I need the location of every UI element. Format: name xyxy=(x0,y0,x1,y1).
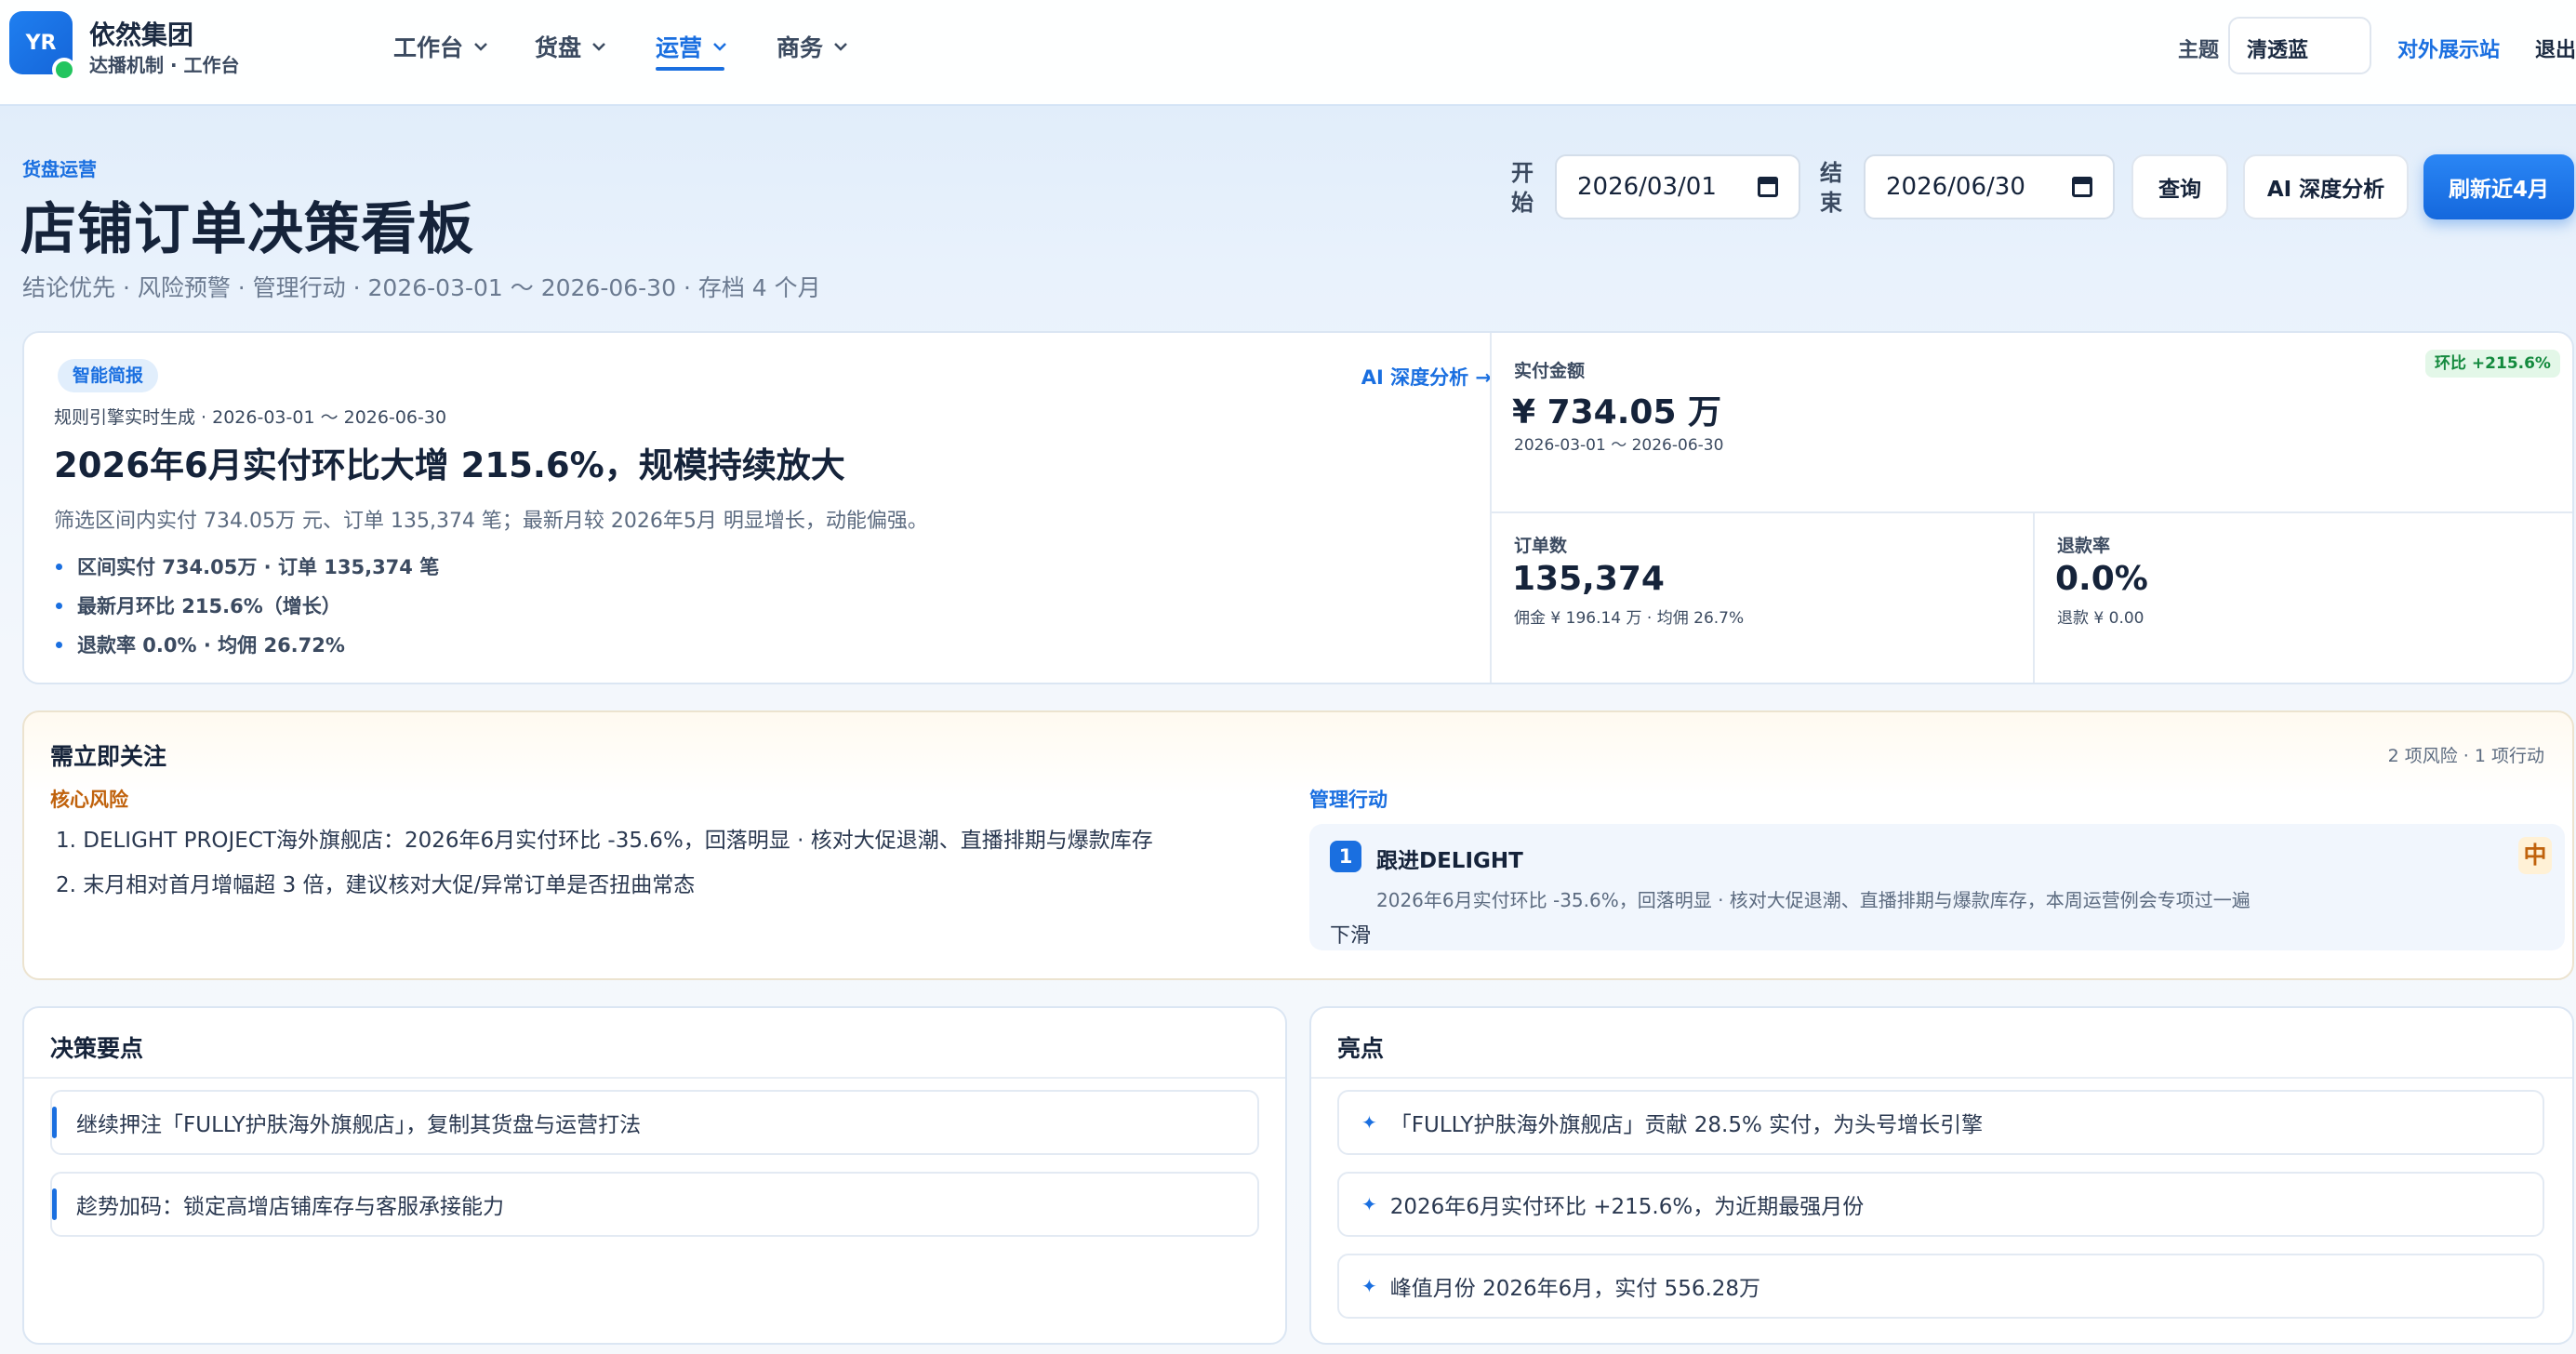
card-divider xyxy=(2033,513,2035,683)
nav-active-indicator xyxy=(656,67,724,71)
brand-name: 依然集团 xyxy=(89,20,194,50)
refund-rate-value: 0.0% xyxy=(2055,560,2148,598)
bullet-dot xyxy=(56,563,62,570)
online-status-dot xyxy=(52,58,76,82)
brief-bullet: 退款率 0.0% · 均佣 26.72% xyxy=(54,631,345,658)
refund-rate-label: 退款率 xyxy=(2057,536,2111,556)
nav-label: 工作台 xyxy=(393,34,464,61)
calendar-icon[interactable] xyxy=(2072,177,2092,197)
highlight-item: ✦ 2026年6月实付环比 +215.6%，为近期最强月份 xyxy=(1337,1172,2544,1237)
attention-count: 2 项风险 · 1 项行动 xyxy=(2387,746,2544,766)
summary-card: 智能简报 AI 深度分析 → 规则引擎实时生成 · 2026-03-01 ～ 2… xyxy=(22,331,2574,684)
bullet-text: 退款率 0.0% · 均佣 26.72% xyxy=(77,634,345,657)
sparkle-icon: ✦ xyxy=(1361,1111,1377,1134)
sparkle-icon: ✦ xyxy=(1361,1275,1377,1297)
accent-bar xyxy=(52,1188,57,1220)
highlights-title: 亮点 xyxy=(1337,1035,1385,1062)
start-date-value: 2026/03/01 xyxy=(1577,173,1717,201)
section-eyebrow: 货盘运营 xyxy=(22,158,97,180)
page-title: 店铺订单决策看板 xyxy=(20,197,474,262)
paid-amount-label: 实付金额 xyxy=(1514,361,1586,381)
action-number: 1 xyxy=(1330,841,1361,872)
start-date-input[interactable]: 2026/03/01 xyxy=(1555,154,1800,219)
decision-points-panel: 决策要点 继续押注「FULLY护肤海外旗舰店」，复制其货盘与运营打法 趁势加码：… xyxy=(22,1006,1287,1345)
highlight-text: 峰值月份 2026年6月，实付 556.28万 xyxy=(1389,1277,1761,1301)
refresh-recent-button[interactable]: 刷新近4月 xyxy=(2423,154,2574,219)
logo-text: YR xyxy=(25,31,57,55)
logout-link[interactable]: 退出 xyxy=(2535,33,2576,63)
brief-meta: 规则引擎实时生成 · 2026-03-01 ～ 2026-06-30 xyxy=(54,407,447,428)
refund-rate-sub: 退款 ¥ 0.00 xyxy=(2057,609,2144,628)
panel-divider xyxy=(1311,1077,2572,1079)
nav-label: 商务 xyxy=(777,34,824,61)
core-risk-heading: 核心风险 xyxy=(50,789,128,811)
bullet-dot xyxy=(56,641,62,648)
theme-label: 主题 xyxy=(2178,39,2220,62)
top-navigation-bar: YR 依然集团 达播机制 · 工作台 工作台 货盘 运营 商务 主题 清透蓝 对… xyxy=(0,0,2576,106)
chevron-down-icon xyxy=(834,43,847,51)
nav-goods[interactable]: 货盘 xyxy=(535,30,607,63)
risk-item: 1. DELIGHT PROJECT海外旗舰店：2026年6月实付环比 -35.… xyxy=(56,829,1153,853)
paid-amount-value: ¥ 734.05 万 xyxy=(1512,393,1722,431)
priority-badge: 中 xyxy=(2518,837,2552,874)
action-description-tail: 下滑 xyxy=(1330,924,1372,948)
decision-item: 趁势加码：锁定高增店铺库存与客服承接能力 xyxy=(50,1172,1259,1237)
bullet-dot xyxy=(56,602,62,609)
bullet-text: 区间实付 734.05万 · 订单 135,374 笔 xyxy=(77,556,440,578)
highlight-text: 2026年6月实付环比 +215.6%，为近期最强月份 xyxy=(1389,1195,1865,1219)
management-action-heading: 管理行动 xyxy=(1309,789,1388,811)
mom-growth-badge: 环比 +215.6% xyxy=(2425,350,2560,378)
smart-brief-tag: 智能简报 xyxy=(58,359,159,392)
highlights-panel: 亮点 ✦ 「FULLY护肤海外旗舰店」贡献 28.5% 实付，为头号增长引擎 ✦… xyxy=(1309,1006,2574,1345)
calendar-icon[interactable] xyxy=(1758,177,1778,197)
showcase-site-link[interactable]: 对外展示站 xyxy=(2397,33,2500,63)
brief-description: 筛选区间内实付 734.05万 元、订单 135,374 笔；最新月较 2026… xyxy=(54,510,928,533)
decision-item: 继续押注「FULLY护肤海外旗舰店」，复制其货盘与运营打法 xyxy=(50,1090,1259,1155)
brand-subtitle: 达播机制 · 工作台 xyxy=(89,54,240,76)
attention-title: 需立即关注 xyxy=(50,743,167,770)
ai-deep-analysis-link[interactable]: AI 深度分析 → xyxy=(1361,363,1492,391)
chevron-down-icon xyxy=(474,43,487,51)
nav-operations[interactable]: 运营 xyxy=(656,30,728,63)
brief-bullet: 最新月环比 215.6%（增长） xyxy=(54,591,341,619)
decision-points-title: 决策要点 xyxy=(50,1035,144,1062)
query-button[interactable]: 查询 xyxy=(2131,154,2228,219)
highlight-item: ✦ 「FULLY护肤海外旗舰店」贡献 28.5% 实付，为头号增长引擎 xyxy=(1337,1090,2544,1155)
decision-text: 趁势加码：锁定高增店铺库存与客服承接能力 xyxy=(76,1195,504,1219)
paid-amount-range: 2026-03-01 ～ 2026-06-30 xyxy=(1514,436,1724,455)
action-title: 跟进DELIGHT xyxy=(1376,849,1523,873)
chevron-down-icon xyxy=(592,43,605,51)
card-divider xyxy=(1492,511,2572,513)
nav-label: 运营 xyxy=(656,34,703,61)
end-date-input[interactable]: 2026/06/30 xyxy=(1864,154,2115,219)
start-date-label: 开始 xyxy=(1511,160,1534,216)
brief-bullet: 区间实付 734.05万 · 订单 135,374 笔 xyxy=(54,552,439,580)
risk-item: 2. 末月相对首月增幅超 3 倍，建议核对大促/异常订单是否扭曲常态 xyxy=(56,873,696,897)
page-subtitle: 结论优先 · 风险预警 · 管理行动 · 2026-03-01 ～ 2026-0… xyxy=(22,274,821,301)
highlight-text: 「FULLY护肤海外旗舰店」贡献 28.5% 实付，为头号增长引擎 xyxy=(1389,1113,1984,1137)
card-divider xyxy=(1490,333,1492,683)
ai-analysis-button[interactable]: AI 深度分析 xyxy=(2243,154,2409,219)
action-description: 2026年6月实付环比 -35.6%，回落明显 · 核对大促退潮、直播排期与爆款… xyxy=(1376,889,2251,911)
action-item[interactable]: 1 跟进DELIGHT 中 2026年6月实付环比 -35.6%，回落明显 · … xyxy=(1309,824,2565,950)
end-date-value: 2026/06/30 xyxy=(1886,173,2025,201)
nav-label: 货盘 xyxy=(535,34,582,61)
orders-label: 订单数 xyxy=(1514,536,1568,556)
orders-sub: 佣金 ¥ 196.14 万 · 均佣 26.7% xyxy=(1514,609,1745,628)
sparkle-icon: ✦ xyxy=(1361,1193,1377,1215)
bullet-text: 最新月环比 215.6%（增长） xyxy=(77,595,341,617)
decision-text: 继续押注「FULLY护肤海外旗舰店」，复制其货盘与运营打法 xyxy=(76,1113,642,1137)
brief-headline: 2026年6月实付环比大增 215.6%，规模持续放大 xyxy=(54,445,845,485)
panel-divider xyxy=(24,1077,1285,1079)
orders-value: 135,374 xyxy=(1512,560,1665,598)
nav-workbench[interactable]: 工作台 xyxy=(393,30,489,63)
nav-business[interactable]: 商务 xyxy=(777,30,849,63)
attention-card: 需立即关注 2 项风险 · 1 项行动 核心风险 1. DELIGHT PROJ… xyxy=(22,710,2574,980)
accent-bar xyxy=(52,1107,57,1138)
theme-select[interactable]: 清透蓝 xyxy=(2228,17,2371,74)
end-date-label: 结束 xyxy=(1820,160,1842,216)
highlight-item: ✦ 峰值月份 2026年6月，实付 556.28万 xyxy=(1337,1254,2544,1319)
chevron-down-icon xyxy=(713,43,726,51)
